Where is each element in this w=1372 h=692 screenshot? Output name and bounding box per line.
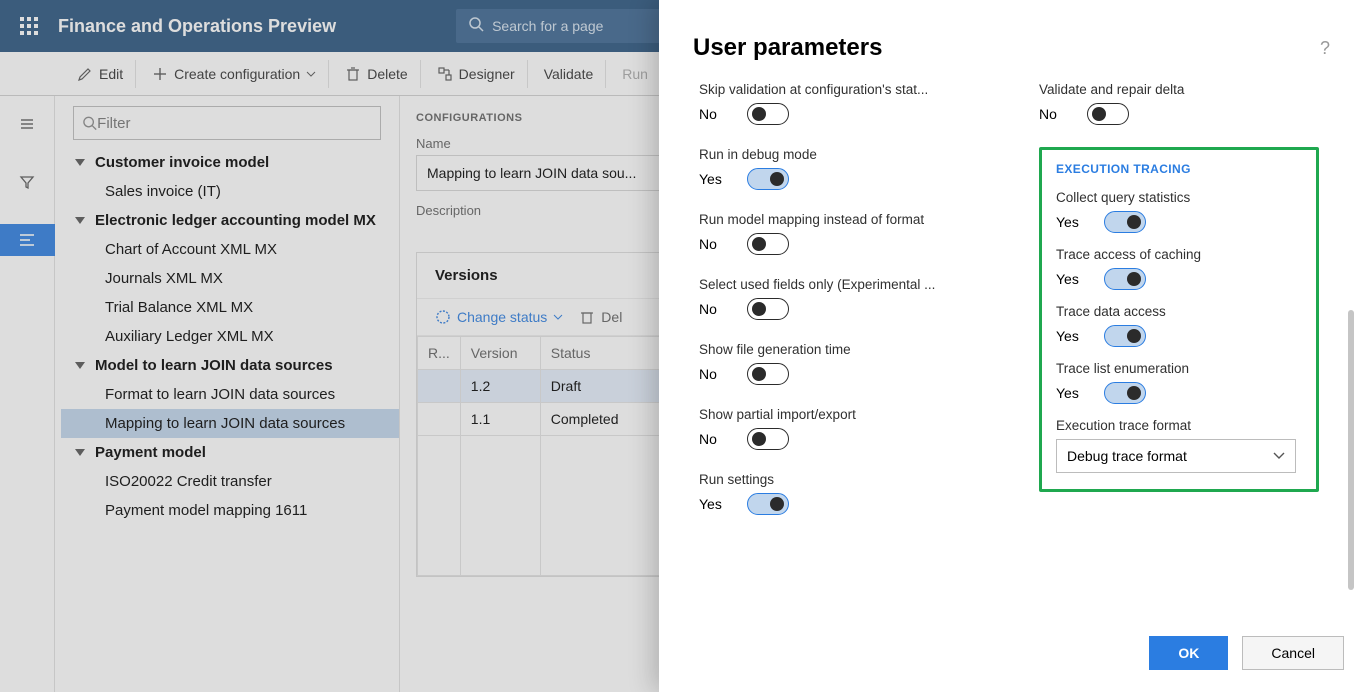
hamburger-icon[interactable] bbox=[11, 108, 43, 140]
left-setting-4-toggle[interactable] bbox=[747, 363, 789, 385]
tree-group[interactable]: Model to learn JOIN data sources bbox=[61, 351, 399, 380]
left-setting-0-toggle[interactable] bbox=[747, 103, 789, 125]
edit-button[interactable]: Edit bbox=[65, 60, 136, 88]
exec-setting-1-toggle[interactable] bbox=[1104, 268, 1146, 290]
cancel-button[interactable]: Cancel bbox=[1242, 636, 1344, 670]
user-parameters-panel: User parameters ? Skip validation at con… bbox=[659, 0, 1372, 692]
tree-item[interactable]: ISO20022 Credit transfer bbox=[61, 467, 399, 496]
tree-item[interactable]: Trial Balance XML MX bbox=[61, 293, 399, 322]
validate-repair-delta-toggle[interactable] bbox=[1087, 103, 1129, 125]
left-setting-2-label: Run model mapping instead of format bbox=[699, 212, 939, 227]
col-r[interactable]: R... bbox=[418, 337, 461, 370]
create-label: Create configuration bbox=[174, 66, 300, 82]
filter-icon[interactable] bbox=[11, 166, 43, 198]
left-setting-1-value: Yes bbox=[699, 171, 729, 187]
tree-item[interactable]: Sales invoice (IT) bbox=[61, 177, 399, 206]
exec-setting-3-label: Trace list enumeration bbox=[1056, 361, 1296, 376]
refresh-icon bbox=[435, 309, 451, 325]
left-setting-3-toggle[interactable] bbox=[747, 298, 789, 320]
exec-setting-2-label: Trace data access bbox=[1056, 304, 1296, 319]
tree-group[interactable]: Payment model bbox=[61, 438, 399, 467]
execution-tracing-header: EXECUTION TRACING bbox=[1056, 162, 1302, 176]
change-status-button[interactable]: Change status bbox=[435, 309, 563, 325]
left-setting-3-label: Select used fields only (Experimental ..… bbox=[699, 277, 939, 292]
exec-setting-3-value: Yes bbox=[1056, 385, 1086, 401]
chevron-down-icon bbox=[306, 71, 316, 77]
left-setting-5-label: Show partial import/export bbox=[699, 407, 939, 422]
exec-setting-1-value: Yes bbox=[1056, 271, 1086, 287]
app-title: Finance and Operations Preview bbox=[58, 16, 336, 37]
left-setting-1-toggle[interactable] bbox=[747, 168, 789, 190]
delete-button[interactable]: Delete bbox=[333, 60, 420, 88]
scrollbar[interactable] bbox=[1348, 310, 1354, 590]
tree-item[interactable]: Payment model mapping 1611 bbox=[61, 496, 399, 525]
panel-title: User parameters bbox=[693, 34, 882, 62]
left-setting-2-value: No bbox=[699, 236, 729, 252]
exec-setting-0-value: Yes bbox=[1056, 214, 1086, 230]
search-icon bbox=[468, 16, 484, 37]
left-setting-5-value: No bbox=[699, 431, 729, 447]
ok-button[interactable]: OK bbox=[1149, 636, 1228, 670]
tree-item[interactable]: Auxiliary Ledger XML MX bbox=[61, 322, 399, 351]
left-setting-6-label: Run settings bbox=[699, 472, 939, 487]
left-setting-4-value: No bbox=[699, 366, 729, 382]
designer-label: Designer bbox=[459, 66, 515, 82]
list-icon[interactable] bbox=[0, 224, 55, 256]
left-setting-4-label: Show file generation time bbox=[699, 342, 939, 357]
tree-filter-input[interactable] bbox=[73, 106, 381, 140]
delete-label: Delete bbox=[367, 66, 407, 82]
validate-button[interactable]: Validate bbox=[532, 60, 607, 88]
exec-setting-2-toggle[interactable] bbox=[1104, 325, 1146, 347]
left-setting-6-toggle[interactable] bbox=[747, 493, 789, 515]
validate-repair-delta-label: Validate and repair delta bbox=[1039, 82, 1279, 97]
left-setting-6-value: Yes bbox=[699, 496, 729, 512]
exec-setting-3-toggle[interactable] bbox=[1104, 382, 1146, 404]
search-icon bbox=[82, 115, 97, 131]
left-setting-0-label: Skip validation at configuration's stat.… bbox=[699, 82, 939, 97]
left-setting-3-value: No bbox=[699, 301, 729, 317]
validate-repair-delta-value: No bbox=[1039, 106, 1069, 122]
trash-icon bbox=[579, 309, 595, 325]
tree-item[interactable]: Journals XML MX bbox=[61, 264, 399, 293]
left-setting-5-toggle[interactable] bbox=[747, 428, 789, 450]
exec-setting-1-label: Trace access of caching bbox=[1056, 247, 1296, 262]
exec-format-dropdown[interactable]: Debug trace format bbox=[1056, 439, 1296, 473]
exec-format-label: Execution trace format bbox=[1056, 418, 1296, 433]
designer-button[interactable]: Designer bbox=[425, 60, 528, 88]
left-setting-1-label: Run in debug mode bbox=[699, 147, 939, 162]
tree-item[interactable]: Chart of Account XML MX bbox=[61, 235, 399, 264]
chevron-down-icon bbox=[553, 314, 563, 320]
chevron-down-icon bbox=[1273, 452, 1285, 460]
exec-setting-0-toggle[interactable] bbox=[1104, 211, 1146, 233]
tree-group[interactable]: Customer invoice model bbox=[61, 148, 399, 177]
waffle-icon[interactable] bbox=[20, 17, 38, 35]
run-button: Run bbox=[610, 60, 661, 88]
tree-group[interactable]: Electronic ledger accounting model MX bbox=[61, 206, 399, 235]
exec-setting-2-value: Yes bbox=[1056, 328, 1086, 344]
left-setting-0-value: No bbox=[699, 106, 729, 122]
exec-setting-0-label: Collect query statistics bbox=[1056, 190, 1296, 205]
col-version[interactable]: Version bbox=[460, 337, 540, 370]
help-icon[interactable]: ? bbox=[1320, 38, 1338, 59]
create-config-button[interactable]: Create configuration bbox=[140, 60, 329, 88]
tree-item[interactable]: Mapping to learn JOIN data sources bbox=[61, 409, 399, 438]
edit-label: Edit bbox=[99, 66, 123, 82]
left-setting-2-toggle[interactable] bbox=[747, 233, 789, 255]
versions-delete-button[interactable]: Del bbox=[579, 309, 622, 325]
tree-item[interactable]: Format to learn JOIN data sources bbox=[61, 380, 399, 409]
